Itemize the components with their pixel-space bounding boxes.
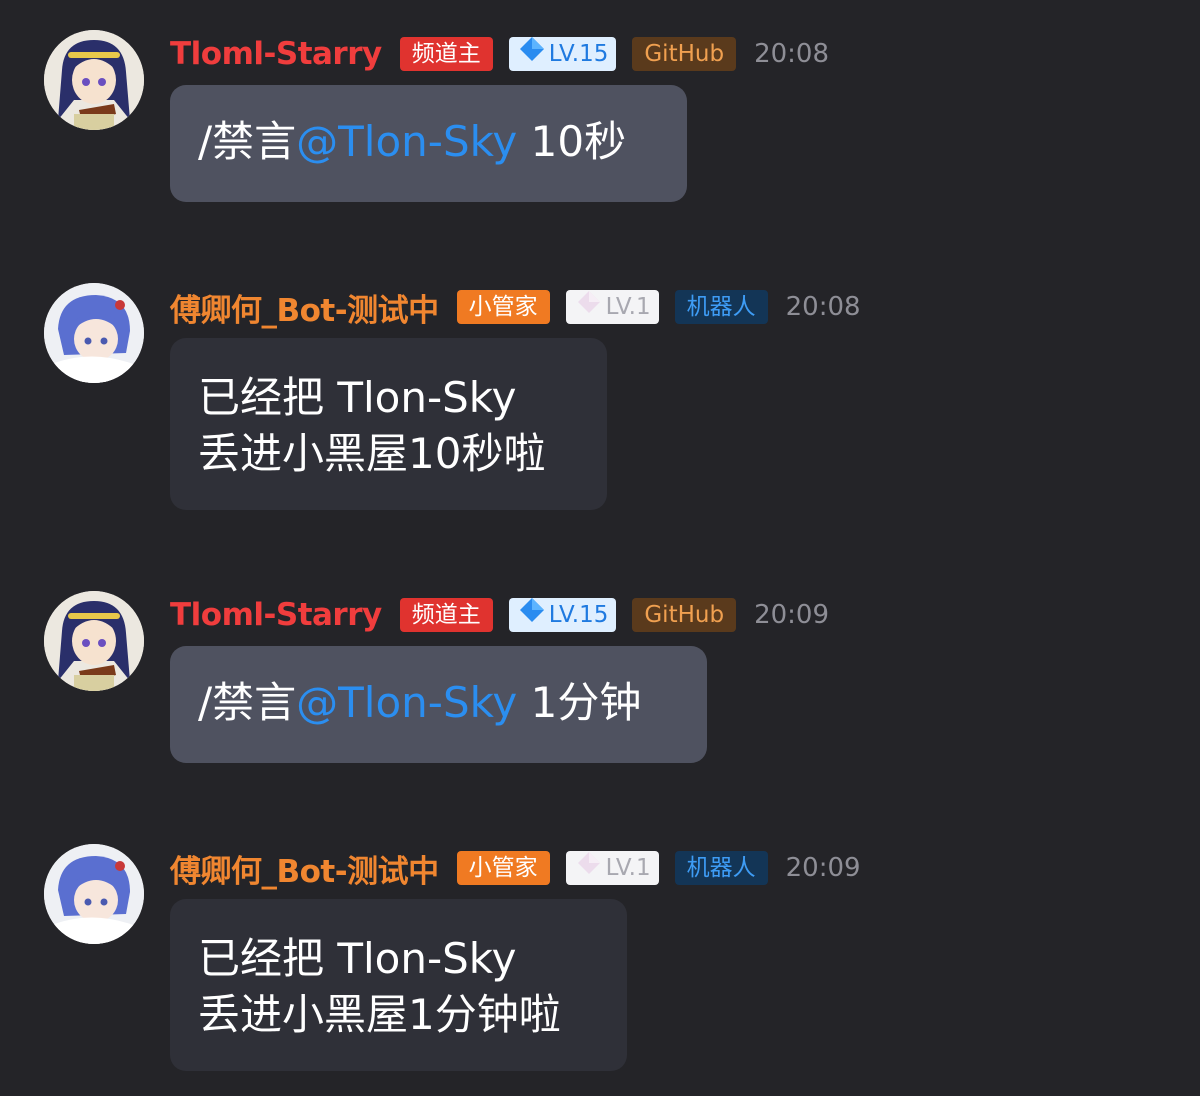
command-text: /禁言 <box>198 678 297 727</box>
message-header: 傅卿何_Bot-测试中 小管家 LV.1 机器人 20:09 <box>170 846 861 890</box>
role-badge: 频道主 <box>399 37 493 71</box>
tag-badge: 机器人 <box>674 851 768 885</box>
message-line: 已经把 Tlon-Sky <box>198 934 517 983</box>
message-header: Tloml-Starry 频道主 LV.15 GitHub 20:09 <box>170 593 829 637</box>
tag-badge: 机器人 <box>674 290 768 324</box>
message-bubble[interactable]: /禁言@Tlon-Sky 10秒 <box>170 85 687 202</box>
chat-message-list: Tloml-Starry 频道主 LV.15 GitHub 20:08 /禁言@… <box>0 0 1200 1096</box>
diamond-icon <box>519 36 545 72</box>
diamond-icon <box>519 597 545 633</box>
message-time: 20:09 <box>754 600 829 630</box>
sender-name[interactable]: Tloml-Starry <box>170 36 382 72</box>
mention-link[interactable]: @Tlon-Sky <box>296 678 517 727</box>
sender-name[interactable]: 傅卿何_Bot-测试中 <box>170 846 439 891</box>
message-line: 丢进小黑屋1分钟啦 <box>198 990 561 1039</box>
level-text: LV.15 <box>548 602 609 628</box>
message-time: 20:08 <box>754 39 829 69</box>
message-header: 傅卿何_Bot-测试中 小管家 LV.1 机器人 20:08 <box>170 285 861 329</box>
tag-badge: GitHub <box>632 37 737 71</box>
diamond-icon <box>576 850 602 886</box>
command-argument: 1分钟 <box>517 678 642 727</box>
message-bubble[interactable]: 已经把 Tlon-Sky 丢进小黑屋10秒啦 <box>170 338 607 510</box>
avatar[interactable] <box>44 283 144 383</box>
command-argument: 10秒 <box>517 117 627 166</box>
role-badge: 频道主 <box>399 598 493 632</box>
message-time: 20:08 <box>785 292 861 322</box>
sender-name[interactable]: 傅卿何_Bot-测试中 <box>170 285 439 330</box>
message-bubble[interactable]: /禁言@Tlon-Sky 1分钟 <box>170 646 707 763</box>
level-text: LV.15 <box>548 41 609 67</box>
message-time: 20:09 <box>785 853 861 883</box>
level-badge: LV.1 <box>565 850 659 886</box>
message-bubble[interactable]: 已经把 Tlon-Sky 丢进小黑屋1分钟啦 <box>170 899 627 1071</box>
level-text: LV.1 <box>605 294 651 320</box>
command-text: /禁言 <box>198 117 297 166</box>
sender-name[interactable]: Tloml-Starry <box>170 597 382 633</box>
mention-link[interactable]: @Tlon-Sky <box>296 117 517 166</box>
avatar[interactable] <box>44 844 144 944</box>
message-header: Tloml-Starry 频道主 LV.15 GitHub 20:08 <box>170 32 829 76</box>
level-badge: LV.1 <box>565 289 659 325</box>
avatar[interactable] <box>44 30 144 130</box>
role-badge: 小管家 <box>456 851 550 885</box>
level-text: LV.1 <box>605 855 651 881</box>
role-badge: 小管家 <box>456 290 550 324</box>
message-line: 已经把 Tlon-Sky <box>198 373 517 422</box>
level-badge: LV.15 <box>508 597 617 633</box>
level-badge: LV.15 <box>508 36 617 72</box>
avatar[interactable] <box>44 591 144 691</box>
tag-badge: GitHub <box>632 598 737 632</box>
message-line: 丢进小黑屋10秒啦 <box>198 429 546 478</box>
diamond-icon <box>576 289 602 325</box>
